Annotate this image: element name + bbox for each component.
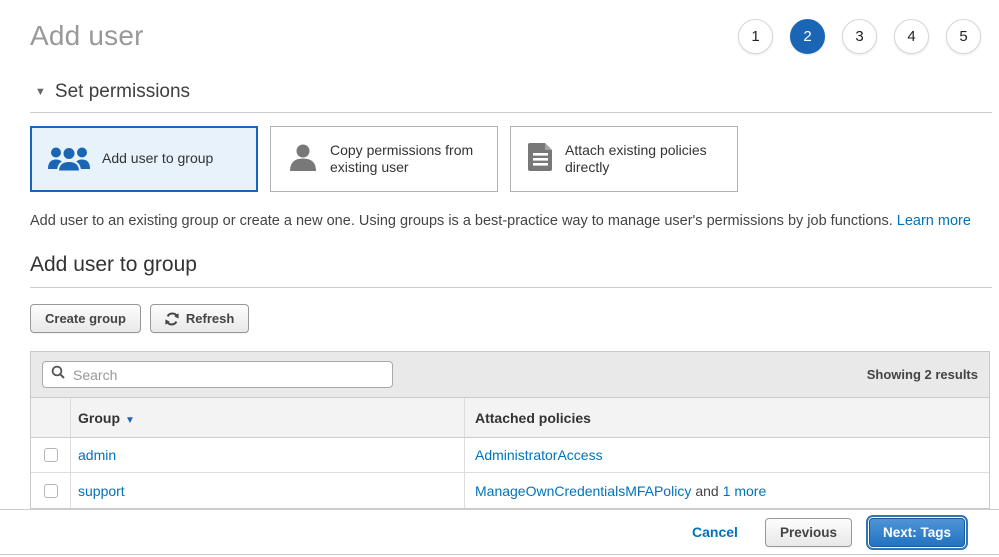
wizard-steps: 1 2 3 4 5 bbox=[738, 19, 981, 54]
search-box[interactable] bbox=[42, 361, 393, 388]
table-header-row: Group ▼ Attached policies bbox=[31, 398, 989, 438]
card-label: Add user to group bbox=[102, 150, 213, 168]
refresh-button[interactable]: Refresh bbox=[150, 304, 249, 333]
group-actions: Create group Refresh bbox=[30, 304, 992, 333]
header-checkbox-cell bbox=[31, 398, 71, 437]
policy-document-icon bbox=[527, 142, 554, 176]
wizard-footer: Cancel Previous Next: Tags bbox=[0, 509, 999, 555]
search-icon bbox=[51, 365, 65, 384]
attached-column-label: Attached policies bbox=[475, 410, 591, 426]
set-permissions-header[interactable]: ▼ Set permissions bbox=[30, 81, 992, 113]
add-user-to-group-title: Add user to group bbox=[30, 253, 992, 288]
groups-table: Showing 2 results Group ▼ Attached polici… bbox=[30, 351, 990, 509]
search-input[interactable] bbox=[71, 366, 384, 384]
permission-option-cards: Add user to group Copy permissions from … bbox=[30, 126, 992, 192]
page-title: Add user bbox=[30, 20, 144, 52]
single-user-icon bbox=[287, 142, 319, 177]
refresh-icon bbox=[165, 312, 179, 326]
page-header: Add user 1 2 3 4 5 bbox=[30, 0, 992, 54]
more-policies-link[interactable]: 1 more bbox=[723, 483, 767, 499]
group-link[interactable]: admin bbox=[78, 447, 116, 463]
card-label: Copy permissions from existing user bbox=[330, 142, 489, 177]
step-5[interactable]: 5 bbox=[946, 19, 981, 54]
policy-link[interactable]: AdministratorAccess bbox=[475, 447, 603, 463]
step-1[interactable]: 1 bbox=[738, 19, 773, 54]
set-permissions-title: Set permissions bbox=[55, 81, 190, 103]
description-text: Add user to an existing group or create … bbox=[30, 213, 893, 229]
results-count: Showing 2 results bbox=[867, 367, 978, 382]
create-group-label: Create group bbox=[45, 311, 126, 326]
next-tags-label: Next: Tags bbox=[883, 525, 951, 540]
section-description: Add user to an existing group or create … bbox=[30, 213, 992, 229]
attached-policies-column-header: Attached policies bbox=[464, 398, 989, 437]
policy-joiner-text: and bbox=[695, 483, 718, 499]
policy-link[interactable]: ManageOwnCredentialsMFAPolicy bbox=[475, 483, 691, 499]
next-tags-button[interactable]: Next: Tags bbox=[869, 518, 965, 547]
row-checkbox[interactable] bbox=[44, 448, 58, 462]
previous-label: Previous bbox=[780, 525, 837, 540]
sort-down-icon: ▼ bbox=[125, 415, 135, 426]
group-users-icon bbox=[47, 143, 91, 176]
group-link[interactable]: support bbox=[78, 483, 125, 499]
row-checkbox-cell bbox=[31, 473, 71, 508]
table-toolbar: Showing 2 results bbox=[31, 352, 989, 398]
row-checkbox-cell bbox=[31, 438, 71, 472]
group-column-label: Group bbox=[78, 410, 120, 426]
previous-button[interactable]: Previous bbox=[765, 518, 852, 547]
cancel-link[interactable]: Cancel bbox=[692, 524, 738, 540]
card-attach-policies[interactable]: Attach existing policies directly bbox=[510, 126, 738, 192]
refresh-label: Refresh bbox=[186, 311, 234, 326]
step-2-active[interactable]: 2 bbox=[790, 19, 825, 54]
step-3[interactable]: 3 bbox=[842, 19, 877, 54]
group-column-header[interactable]: Group ▼ bbox=[71, 410, 464, 426]
collapse-triangle-icon: ▼ bbox=[35, 87, 46, 98]
create-group-button[interactable]: Create group bbox=[30, 304, 141, 333]
card-label: Attach existing policies directly bbox=[565, 142, 729, 177]
card-add-user-to-group[interactable]: Add user to group bbox=[30, 126, 258, 192]
step-4[interactable]: 4 bbox=[894, 19, 929, 54]
table-row-support: support ManageOwnCredentialsMFAPolicyand… bbox=[31, 473, 989, 508]
card-copy-permissions[interactable]: Copy permissions from existing user bbox=[270, 126, 498, 192]
table-row-admin: admin AdministratorAccess bbox=[31, 438, 989, 473]
row-checkbox[interactable] bbox=[44, 484, 58, 498]
learn-more-link[interactable]: Learn more bbox=[897, 213, 971, 229]
